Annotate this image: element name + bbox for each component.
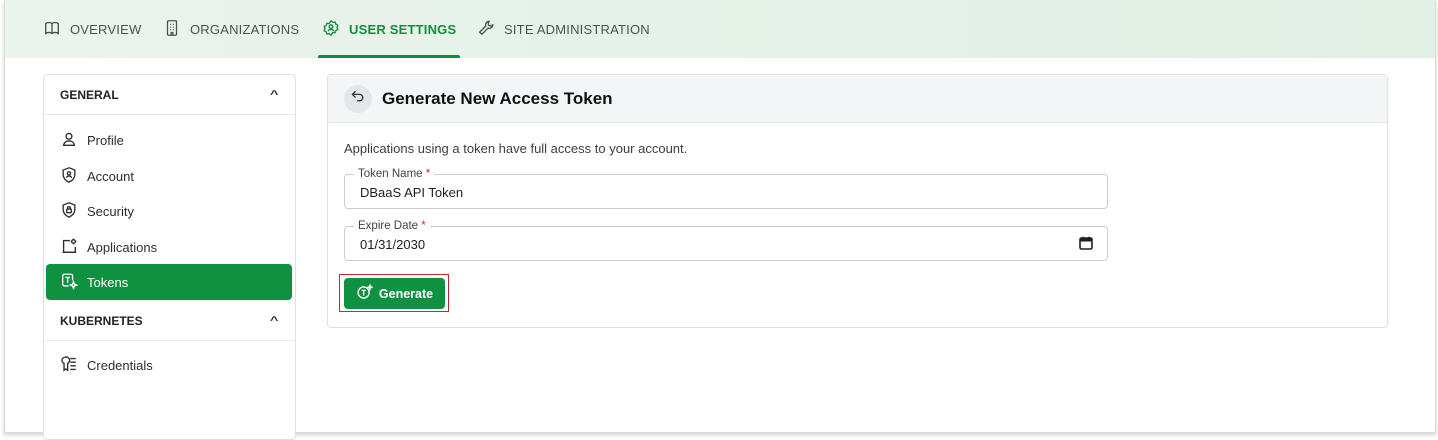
book-icon	[43, 19, 61, 40]
sidebar-item-credentials[interactable]: Credentials	[46, 347, 292, 383]
required-mark: *	[421, 220, 426, 232]
credentials-icon	[60, 355, 78, 376]
tab-label: USER SETTINGS	[349, 21, 457, 37]
sidebar-item-label: Tokens	[87, 274, 129, 290]
app-window: OVERVIEW ORGANIZATIONS USER SETTINGS SIT…	[4, 0, 1436, 440]
token-name-field[interactable]: Token Name * DBaaS API Token	[344, 167, 1108, 209]
tab-user-settings[interactable]: USER SETTINGS	[317, 0, 461, 58]
generate-token-panel: Generate New Access Token Applications u…	[327, 74, 1388, 328]
user-settings-icon	[322, 19, 340, 40]
token-name-label: Token Name *	[354, 167, 435, 181]
account-shield-icon	[60, 166, 78, 187]
section-kubernetes-header[interactable]: KUBERNETES ^	[44, 301, 295, 341]
sidebar-item-security[interactable]: Security	[46, 193, 292, 229]
sidebar-item-label: Account	[87, 168, 134, 184]
section-general-header[interactable]: GENERAL ^	[44, 75, 295, 115]
required-mark: *	[425, 168, 431, 180]
tab-label: SITE ADMINISTRATION	[504, 21, 650, 37]
section-title: KUBERNETES	[60, 313, 143, 328]
section-title: GENERAL	[60, 87, 119, 102]
wrench-icon	[477, 19, 495, 40]
tab-label: ORGANIZATIONS	[190, 21, 300, 37]
expire-date-value: 01/31/2030	[360, 237, 426, 252]
tab-site-administration[interactable]: SITE ADMINISTRATION	[477, 0, 650, 58]
sidebar-item-label: Profile	[87, 132, 124, 148]
tab-overview[interactable]: OVERVIEW	[43, 0, 141, 58]
back-button[interactable]	[344, 84, 372, 113]
panel-header: Generate New Access Token	[328, 75, 1387, 123]
token-sparkle-icon	[356, 283, 374, 304]
expire-date-label: Expire Date *	[354, 219, 430, 233]
tab-organizations[interactable]: ORGANIZATIONS	[163, 0, 299, 58]
token-name-label-text: Token Name	[358, 168, 423, 180]
back-arrow-icon	[350, 88, 366, 109]
sidebar-item-label: Applications	[87, 239, 158, 255]
main-content: GENERAL ^ Profile Account Security Appli…	[5, 58, 1435, 440]
chevron-up-icon: ^	[269, 88, 278, 101]
generate-label: Generate	[378, 286, 434, 301]
calendar-icon[interactable]	[1079, 236, 1093, 250]
sidebar-item-account[interactable]: Account	[46, 158, 292, 194]
lock-shield-icon	[60, 201, 78, 222]
chevron-up-icon: ^	[269, 314, 278, 327]
person-icon	[60, 130, 78, 151]
expire-date-field[interactable]: Expire Date * 01/31/2030	[344, 219, 1108, 261]
sidebar-item-applications[interactable]: Applications	[46, 229, 292, 265]
building-icon	[163, 19, 181, 40]
page-title: Generate New Access Token	[382, 88, 613, 108]
expire-date-label-text: Expire Date	[358, 220, 419, 232]
top-navigation: OVERVIEW ORGANIZATIONS USER SETTINGS SIT…	[5, 0, 1435, 59]
applications-icon	[60, 237, 78, 258]
tab-label: OVERVIEW	[70, 21, 142, 37]
sidebar-item-profile[interactable]: Profile	[46, 122, 292, 158]
sidebar-item-tokens[interactable]: Tokens	[46, 264, 292, 300]
token-name-value: DBaaS API Token	[360, 185, 464, 200]
generate-button[interactable]: Generate	[344, 278, 445, 309]
settings-sidebar: GENERAL ^ Profile Account Security Appli…	[43, 74, 296, 440]
token-description: Applications using a token have full acc…	[344, 141, 688, 156]
sidebar-item-label: Credentials	[87, 357, 153, 373]
sidebar-item-label: Security	[87, 203, 134, 219]
token-icon	[60, 272, 79, 293]
